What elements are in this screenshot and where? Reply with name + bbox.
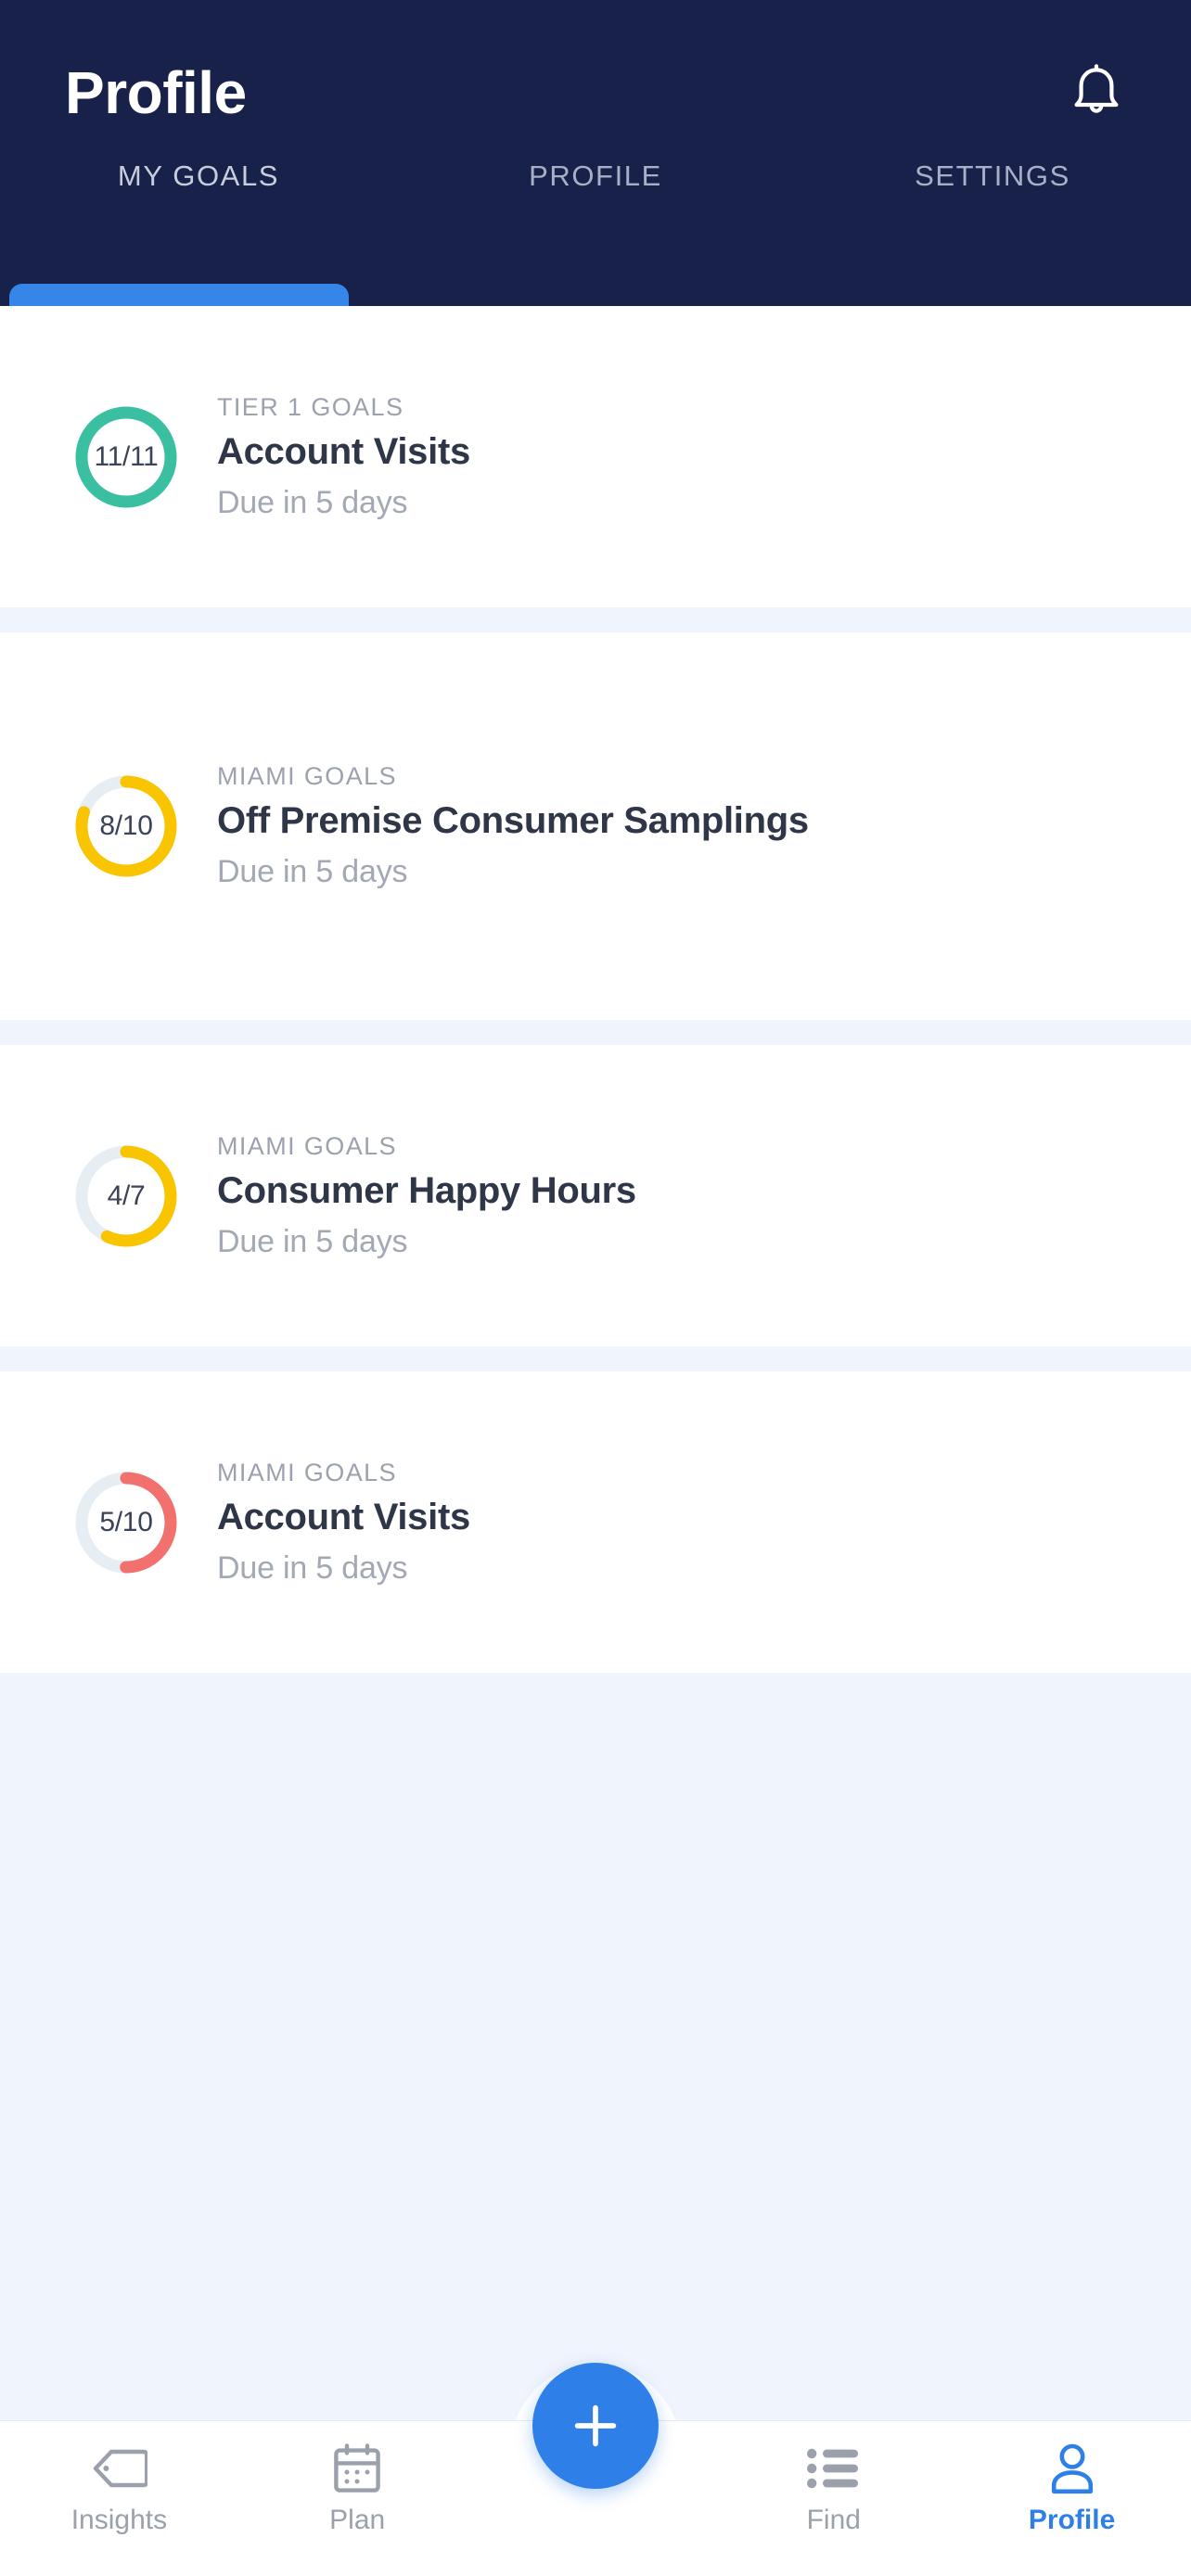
- goal-category: MIAMI GOALS: [217, 1458, 397, 1486]
- active-tab-indicator: [9, 284, 349, 306]
- goal-progress-label: 8/10: [99, 810, 153, 841]
- goal-progress-ring: 11/11: [74, 405, 178, 509]
- goal-card[interactable]: 8/10 MIAMI GOALS Off Premise Consumer Samp…: [0, 632, 1191, 1020]
- goal-progress-label: 5/10: [99, 1506, 153, 1537]
- nav-label-plan: Plan: [329, 2505, 386, 2535]
- goal-list: 11/11 TIER 1 GOALS Account Visits Due in 5 …: [0, 306, 1191, 2576]
- goal-details: MIAMI GOALS Off Premise Consumer Sampling…: [217, 762, 1154, 890]
- goal-card[interactable]: 11/11 TIER 1 GOALS Account Visits Due in 5 …: [0, 306, 1191, 607]
- goal-card[interactable]: 5/10 MIAMI GOALS Account Visits Due in 5 da…: [0, 1371, 1191, 1673]
- add-button[interactable]: [532, 2363, 659, 2489]
- goal-due-date: Due in 5 days: [217, 484, 408, 520]
- page-title: Profile: [65, 59, 247, 126]
- nav-label-find: Find: [806, 2505, 861, 2535]
- goal-due-date: Due in 5 days: [217, 1549, 408, 1586]
- goal-title: Account Visits: [217, 430, 470, 472]
- app-header: Profile MY GOALS PROFILE SETTINGS: [0, 0, 1191, 306]
- goal-details: MIAMI GOALS Account Visits Due in 5 days: [217, 1459, 1154, 1587]
- goal-progress-ring: 4/7: [74, 1144, 178, 1248]
- nav-item-profile[interactable]: Profile: [953, 2421, 1191, 2536]
- nav-label-insights: Insights: [70, 2505, 168, 2535]
- goal-details: TIER 1 GOALS Account Visits Due in 5 days: [217, 393, 1154, 521]
- bell-icon: [1074, 64, 1119, 113]
- tab-profile[interactable]: PROFILE: [397, 148, 794, 193]
- goal-due-date: Due in 5 days: [217, 1223, 408, 1259]
- nav-item-plan[interactable]: Plan: [238, 2421, 477, 2536]
- notifications-button[interactable]: [1056, 52, 1137, 134]
- goal-title: Consumer Happy Hours: [217, 1169, 636, 1211]
- tab-my-goals[interactable]: MY GOALS: [0, 148, 397, 193]
- list-icon: [806, 2442, 861, 2495]
- goal-progress-label: 4/7: [107, 1180, 146, 1211]
- goal-due-date: Due in 5 days: [217, 854, 408, 889]
- nav-label-profile: Profile: [1028, 2505, 1116, 2535]
- goal-card[interactable]: 4/7 MIAMI GOALS Consumer Happy Hours Due in…: [0, 1045, 1191, 1346]
- tab-settings[interactable]: SETTINGS: [794, 148, 1191, 193]
- goal-category: TIER 1 GOALS: [217, 392, 404, 421]
- goal-progress-label: 11/11: [94, 440, 159, 472]
- goal-progress-ring: 5/10: [74, 1471, 178, 1575]
- goal-category: MIAMI GOALS: [217, 1131, 397, 1160]
- header-top-bar: Profile: [0, 0, 1191, 148]
- tag-icon: [90, 2442, 148, 2495]
- goal-title: Off Premise Consumer Samplings: [217, 800, 809, 841]
- goal-category: MIAMI GOALS: [217, 762, 397, 790]
- goal-progress-ring: 8/10: [74, 774, 178, 878]
- person-icon: [1047, 2442, 1097, 2495]
- header-tabs: MY GOALS PROFILE SETTINGS: [0, 148, 1191, 241]
- nav-item-insights[interactable]: Insights: [0, 2421, 238, 2536]
- goal-details: MIAMI GOALS Consumer Happy Hours Due in 5 …: [217, 1132, 1154, 1260]
- app-root: Profile MY GOALS PROFILE SETTINGS 11/11 T…: [0, 0, 1191, 2576]
- plus-icon: [574, 2404, 617, 2447]
- nav-item-find[interactable]: Find: [714, 2421, 953, 2536]
- goal-title: Account Visits: [217, 1496, 470, 1537]
- calendar-icon: [332, 2442, 382, 2495]
